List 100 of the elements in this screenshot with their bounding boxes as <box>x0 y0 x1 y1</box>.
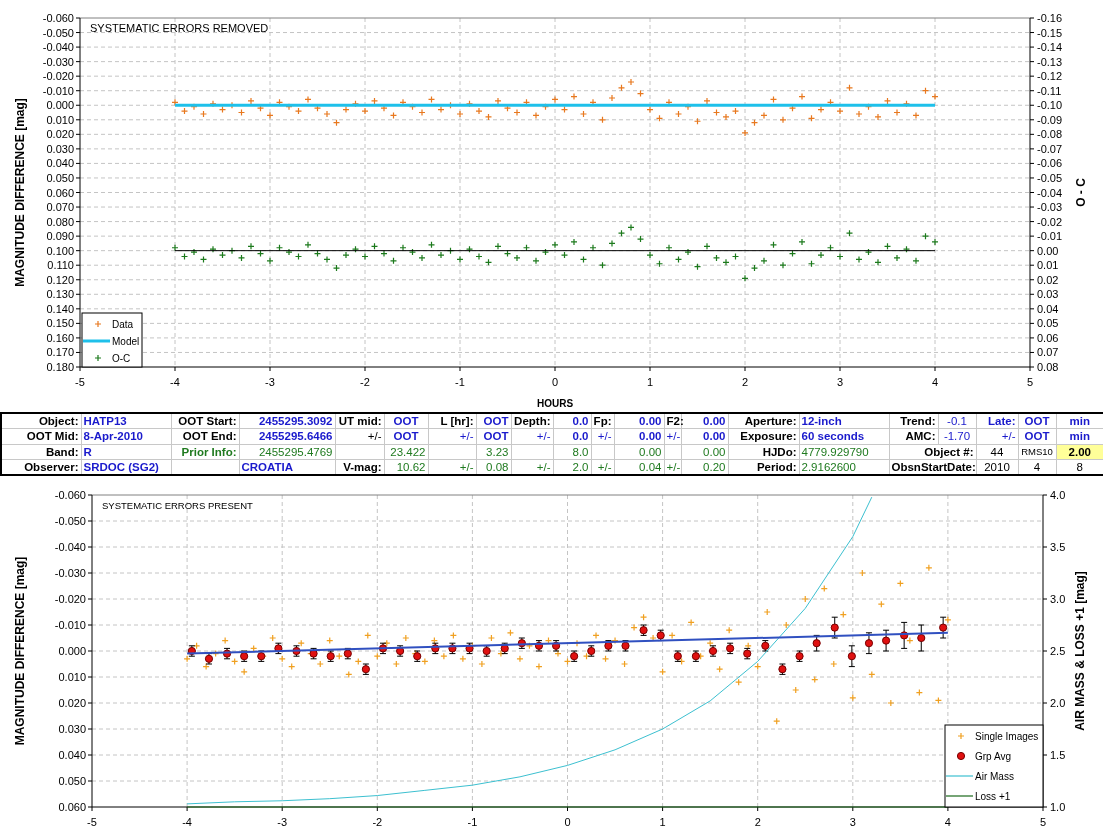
table-cell: 4779.929790 <box>799 444 889 460</box>
axis-tick-label: 3 <box>849 816 856 828</box>
table-cell: OOT <box>476 413 511 429</box>
axis-tick-label: 0.030 <box>46 142 74 155</box>
axis-tick-label: 0.040 <box>58 749 86 761</box>
axis-tick-label: -0.13 <box>1037 55 1063 68</box>
table-cell: 60 seconds <box>799 428 889 444</box>
table-cell: R <box>81 444 171 460</box>
average-point-with-error-bar <box>830 616 839 639</box>
average-point-with-error-bar <box>378 642 388 655</box>
average-point-with-error-bar <box>396 645 405 657</box>
axis-tick-label: 4 <box>931 376 939 388</box>
table-cell: OOT <box>476 428 511 444</box>
table-cell: Object #: <box>889 444 976 460</box>
axis-tick-label: 0.160 <box>46 331 74 344</box>
table-cell: 0.00 <box>614 413 664 429</box>
table-cell: 0.0 <box>553 413 591 429</box>
legend-marker-icon <box>94 320 102 328</box>
axis-tick-label: 0.01 <box>1037 259 1059 272</box>
table-cell: 3.23 <box>476 444 511 460</box>
chart-title: SYSTEMATIC ERRORS PRESENT <box>102 500 253 511</box>
average-point-with-error-bar <box>761 640 770 652</box>
table-cell: Fp: <box>591 413 614 429</box>
axis-tick-label: -0.040 <box>54 541 86 553</box>
axis-tick-label: -2 <box>360 376 370 388</box>
table-cell: 2455295.6466 <box>239 428 335 444</box>
average-point-with-error-bar <box>500 642 509 655</box>
table-cell: F2: <box>664 413 681 429</box>
axis-title: MAGNITUDE DIFFERENCE [mag] <box>13 556 27 746</box>
axis-tick-label: 0.000 <box>58 645 86 657</box>
axis-tick-label: -0.020 <box>54 593 86 605</box>
table-cell: Prior Info: <box>171 444 239 460</box>
table-cell: +/- <box>511 428 553 444</box>
table-cell: RMS10 <box>1018 444 1056 460</box>
average-point-with-error-bar <box>812 634 821 652</box>
axis-tick-label: -0.01 <box>1037 230 1063 243</box>
average-point-with-error-bar <box>656 629 665 642</box>
axis-tick-label: 4.0 <box>1050 489 1066 501</box>
table-cell: -0.1 <box>938 413 976 429</box>
axis-tick-label: 0.070 <box>46 201 74 214</box>
axis-tick-label: 0 <box>551 376 559 388</box>
table-cell: Exposure: <box>728 428 799 444</box>
axis-tick-label: 0.130 <box>46 288 74 301</box>
average-point-with-error-bar <box>864 632 874 655</box>
axis-tick-label: -0.030 <box>42 55 74 68</box>
legend-line-icon <box>83 339 110 343</box>
point <box>917 633 926 643</box>
average-point-with-error-bar <box>343 647 352 660</box>
average-point-with-error-bar <box>257 650 266 662</box>
legend-line-icon <box>945 775 974 777</box>
axis-tick-label: 0.050 <box>46 171 74 184</box>
average-point-with-error-bar <box>309 647 318 660</box>
legend-marker-icon <box>956 751 966 761</box>
table-cell: +/- <box>591 428 614 444</box>
point <box>812 639 821 648</box>
axis-tick-label: 0.04 <box>1037 302 1059 315</box>
table-cell: OOT Mid: <box>1 428 81 444</box>
table-cell: +/- <box>664 459 681 475</box>
axis-tick-label: -1 <box>455 376 465 388</box>
average-point-with-error-bar <box>604 640 613 652</box>
average-point-with-error-bar <box>621 640 630 652</box>
average-point-with-error-bar <box>482 645 491 657</box>
axis-tick-label: 0.110 <box>47 259 74 272</box>
legend-label: Single Images <box>975 731 1039 742</box>
table-cell: Depth: <box>511 413 553 429</box>
axis-tick-label: -0.16 <box>1037 12 1063 24</box>
axis-title: MAGNITUDE DIFFERENCE [mag] <box>13 98 27 287</box>
average-point-with-error-bar <box>361 663 370 675</box>
axis-tick-label: -4 <box>170 376 180 388</box>
axis-tick-label: 1.0 <box>1050 801 1066 813</box>
table-cell: 0.0 <box>553 428 591 444</box>
table-cell: -1.70 <box>938 428 976 444</box>
table-cell: OOT <box>384 428 428 444</box>
axis-tick-label: 1 <box>659 816 666 828</box>
axis-tick-label: -0.030 <box>54 567 86 579</box>
axis-title: O - C <box>1074 178 1088 207</box>
table-cell: Late: <box>976 413 1018 429</box>
axis-tick-label: 0.140 <box>46 302 74 315</box>
average-point-with-error-bar <box>917 624 926 652</box>
table-cell: +/- <box>976 428 1018 444</box>
axis-tick-label: 0.05 <box>1037 317 1059 330</box>
table-cell: 2455295.4769 <box>239 444 335 460</box>
axis-tick-label: 0.060 <box>58 801 86 813</box>
axis-tick-label: 3.5 <box>1050 541 1066 553</box>
table-cell: +/- <box>335 428 384 444</box>
point <box>881 636 891 645</box>
axis-tick-label: -0.11 <box>1037 84 1062 97</box>
axis-tick-label: -0.04 <box>1037 186 1063 199</box>
axis-tick-label: -0.12 <box>1037 70 1063 83</box>
axis-tick-label: -0.09 <box>1037 113 1063 126</box>
average-point-with-error-bar <box>708 645 718 657</box>
chart-legend <box>81 312 143 368</box>
average-point-with-error-bar <box>743 647 752 660</box>
table-cell: 8-Apr-2010 <box>81 428 171 444</box>
average-point-with-error-bar <box>292 645 301 657</box>
average-point-with-error-bar <box>465 642 474 655</box>
axis-tick-label: 0.06 <box>1037 331 1059 344</box>
average-point-with-error-bar <box>900 621 909 649</box>
table-cell: 2.9162600 <box>799 459 889 475</box>
table-cell: Object: <box>1 413 81 429</box>
